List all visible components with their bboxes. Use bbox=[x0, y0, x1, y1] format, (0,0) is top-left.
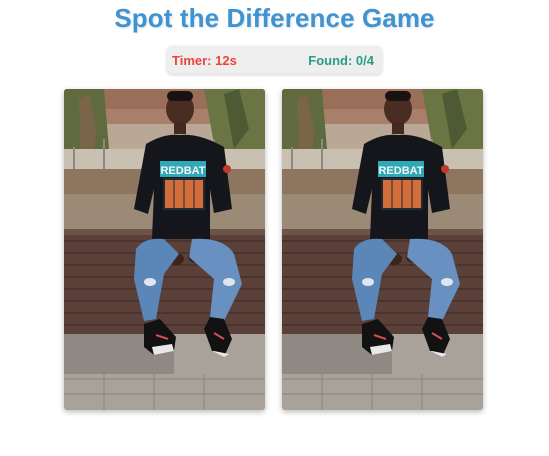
found-counter: Found: 0/4 bbox=[308, 52, 374, 68]
right-photo[interactable]: REDBAT bbox=[282, 89, 483, 410]
left-image-panel[interactable]: REDBAT bbox=[64, 89, 265, 410]
game-title: Spot the Difference Game bbox=[114, 3, 435, 33]
shirt-text: REDBAT bbox=[378, 165, 423, 177]
left-photo[interactable]: REDBAT bbox=[64, 89, 265, 410]
right-image-panel[interactable]: REDBAT bbox=[282, 89, 483, 410]
timer-display: Timer: 12s bbox=[172, 52, 237, 68]
shirt-text: REDBAT bbox=[160, 165, 205, 177]
status-bar: Timer: 12s Found: 0/4 bbox=[167, 46, 382, 74]
